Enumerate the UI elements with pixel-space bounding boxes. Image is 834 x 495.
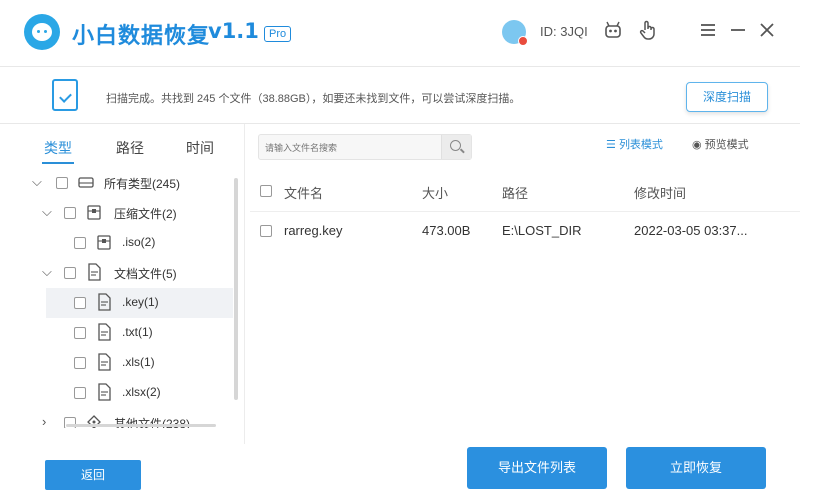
preview-view-toggle[interactable]: ◉ 预览模式 <box>692 136 749 152</box>
tab-type[interactable]: 类型 <box>44 138 72 158</box>
table-header: 文件名 大小 路径 修改时间 <box>250 172 800 212</box>
tree-item-iso[interactable]: .iso(2) <box>28 228 233 258</box>
tree-item-label: 所有类型(245) <box>104 177 181 191</box>
user-id: ID: 3JQI <box>540 24 588 39</box>
tab-time[interactable]: 时间 <box>186 138 214 158</box>
recover-now-button[interactable]: 立即恢复 <box>626 447 766 489</box>
search-box <box>258 134 472 160</box>
avatar-icon[interactable] <box>502 20 528 46</box>
document-icon <box>96 293 112 311</box>
app-header: 小白数据恢复 v1.1 Pro ID: 3JQI <box>0 0 834 66</box>
tree-horizontal-scrollbar[interactable] <box>66 424 216 427</box>
tree-item-label: .txt(1) <box>122 325 153 339</box>
document-check-icon <box>52 79 78 111</box>
drive-icon <box>78 173 94 191</box>
minimize-icon[interactable] <box>727 19 749 41</box>
app-version: v1.1 <box>208 19 259 43</box>
list-view-label: 列表模式 <box>618 139 663 151</box>
tree-item-label: .iso(2) <box>122 235 156 249</box>
search-input[interactable] <box>265 139 435 157</box>
eye-icon: ◉ <box>692 139 702 151</box>
tree-item-all-types[interactable]: ⌵ 所有类型(245) <box>28 168 233 198</box>
tree-item-label: 文档文件(5) <box>114 267 177 281</box>
chevron-down-icon[interactable]: ⌵ <box>42 264 54 280</box>
document-icon <box>96 383 112 401</box>
archive-icon <box>96 233 112 251</box>
document-icon <box>86 263 102 281</box>
document-icon <box>96 353 112 371</box>
file-path: E:\LOST_DIR <box>502 223 582 238</box>
row-checkbox[interactable] <box>260 225 272 237</box>
hand-icon[interactable] <box>637 19 659 41</box>
checkbox[interactable] <box>64 207 76 219</box>
tree-item-label: .xls(1) <box>122 355 155 369</box>
export-file-list-button[interactable]: 导出文件列表 <box>467 447 607 489</box>
tree-item-label: .xlsx(2) <box>122 385 161 399</box>
tree-item-label: 压缩文件(2) <box>114 207 177 221</box>
checkbox[interactable] <box>74 297 86 309</box>
close-icon[interactable] <box>756 19 778 41</box>
chevron-down-icon[interactable]: ⌵ <box>42 204 54 220</box>
scan-summary-text: 扫描完成。共找到 245 个文件（38.88GB），如要还未找到文件，可以尝试深… <box>106 93 521 105</box>
checkbox[interactable] <box>74 357 86 369</box>
app-title: 小白数据恢复 <box>72 24 211 49</box>
checkbox[interactable] <box>74 327 86 339</box>
chevron-right-icon[interactable]: › <box>42 414 54 428</box>
scan-summary-bar: 扫描完成。共找到 245 个文件（38.88GB），如要还未找到文件，可以尝试深… <box>0 66 800 124</box>
deep-scan-button[interactable]: 深度扫描 <box>686 82 768 112</box>
tab-path[interactable]: 路径 <box>116 138 144 158</box>
robot-icon[interactable] <box>602 19 624 41</box>
file-modified: 2022-03-05 03:37... <box>634 223 748 238</box>
pro-badge: Pro <box>264 26 292 42</box>
document-icon <box>96 323 112 341</box>
tree-item-key[interactable]: .key(1) <box>46 288 233 318</box>
menu-icon[interactable] <box>697 19 719 41</box>
column-header-name[interactable]: 文件名 <box>284 183 323 202</box>
back-button[interactable]: 返回 <box>45 460 141 490</box>
tree-item-xlsx[interactable]: .xlsx(2) <box>28 378 233 408</box>
logo-icon <box>24 14 60 50</box>
tree-item-documents[interactable]: ⌵ 文档文件(5) <box>28 258 233 288</box>
file-size: 473.00B <box>422 223 471 238</box>
checkbox[interactable] <box>64 267 76 279</box>
tree-item-xls[interactable]: .xls(1) <box>28 348 233 378</box>
column-header-path[interactable]: 路径 <box>502 183 528 202</box>
filter-tabs: 类型 路径 时间 <box>40 134 240 164</box>
tree-item-label: .key(1) <box>122 295 159 309</box>
tree-scrollbar[interactable] <box>234 178 238 400</box>
active-tab-indicator <box>42 162 74 164</box>
preview-view-label: 预览模式 <box>704 139 749 151</box>
tree-item-txt[interactable]: .txt(1) <box>28 318 233 348</box>
file-type-tree: ⌵ 所有类型(245) ⌵ 压缩文件(2) .iso(2) ⌵ 文档文件(5) <box>28 168 238 428</box>
notification-dot <box>518 36 528 46</box>
table-row[interactable]: rarreg.key 473.00B E:\LOST_DIR 2022-03-0… <box>250 216 800 246</box>
checkbox[interactable] <box>56 177 68 189</box>
panel-divider <box>244 124 245 444</box>
file-name: rarreg.key <box>284 223 343 238</box>
archive-icon <box>86 203 102 221</box>
checkbox[interactable] <box>74 387 86 399</box>
checkbox[interactable] <box>74 237 86 249</box>
list-view-icon: ☰ <box>606 139 616 151</box>
select-all-checkbox[interactable] <box>260 185 272 197</box>
list-view-toggle[interactable]: ☰ 列表模式 <box>606 136 663 152</box>
search-button[interactable] <box>441 135 471 159</box>
column-header-modified[interactable]: 修改时间 <box>634 183 686 202</box>
tree-item-archives[interactable]: ⌵ 压缩文件(2) <box>28 198 233 228</box>
column-header-size[interactable]: 大小 <box>422 183 448 202</box>
search-icon <box>450 140 461 151</box>
chevron-down-icon[interactable]: ⌵ <box>32 174 44 190</box>
